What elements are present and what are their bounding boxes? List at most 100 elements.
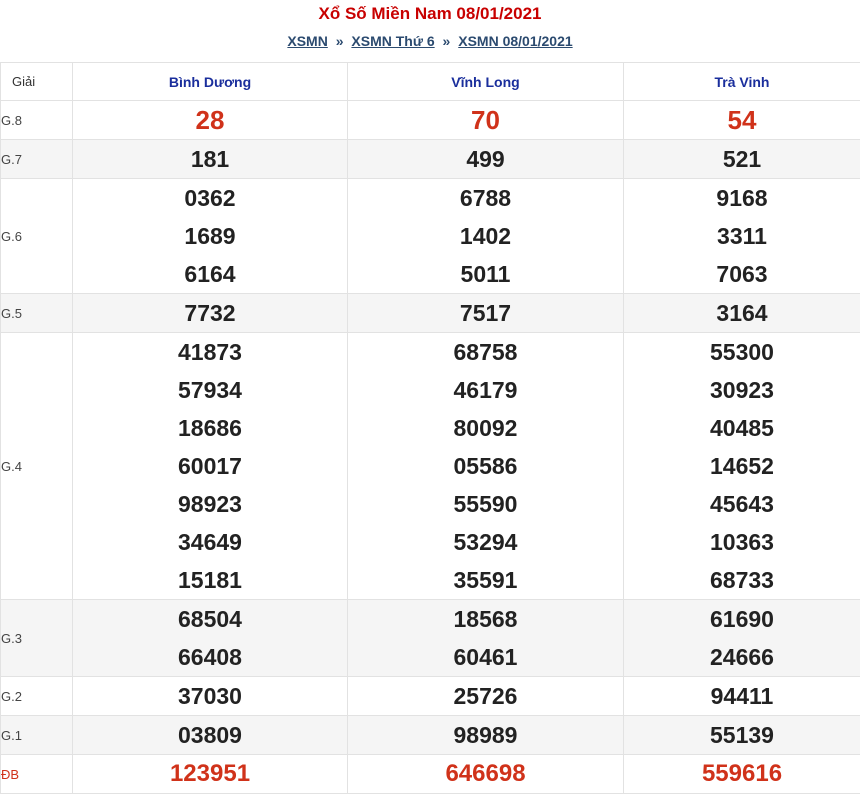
result-number: 18568 [453,606,518,632]
prize-label: ĐB [0,754,73,794]
result-number: 15181 [178,567,242,593]
breadcrumb-separator: » [335,33,344,49]
result-number: 66408 [178,644,242,670]
result-number: 0362 [184,185,236,211]
result-number: 55139 [710,722,774,748]
page-title: Xổ Số Miền Nam 08/01/2021 [318,4,542,23]
result-number: 7732 [184,300,236,326]
result-number: 6164 [184,261,236,287]
table-row: G.5 7732 7517 3164 [0,293,860,333]
table-row: G.2 37030 25726 94411 [0,676,860,716]
prize-label: G.8 [0,100,73,140]
prize-label: G.5 [0,293,73,333]
result-number: 54 [727,105,757,135]
result-number: 61690 [710,606,774,632]
result-cell-vinh-long: 499 [347,139,624,179]
result-number: 60461 [453,644,518,670]
table-row: G.3 68504 66408 18568 60461 61690 24666 [0,599,860,677]
result-number: 55590 [453,491,518,517]
breadcrumb-separator: » [442,33,451,49]
result-number: 05586 [453,453,518,479]
result-number: 37030 [178,683,242,709]
result-cell-tra-vinh: 55139 [623,715,860,755]
breadcrumb-link-xsmn-thu-6[interactable]: XSMN Thứ 6 [351,33,434,49]
result-number: 57934 [178,377,242,403]
table-row: G.6 0362 1689 6164 6788 1402 5011 9168 3311 7063 [0,178,860,294]
result-number: 98923 [178,491,242,517]
result-number: 1402 [459,223,512,249]
province-header-vinh-long: Vĩnh Long [347,62,624,101]
breadcrumb-link-xsmn-date[interactable]: XSMN 08/01/2021 [458,33,572,49]
result-number: 7063 [716,261,768,287]
result-number: 3311 [717,223,767,249]
result-number: 646698 [445,760,526,787]
result-cell-vinh-long: 646698 [347,754,624,794]
result-number: 34649 [178,529,242,555]
result-number: 9168 [716,185,768,211]
result-cell-binh-duong: 03809 [72,715,348,755]
table-row: G.7 181 499 521 [0,139,860,179]
result-cell-vinh-long: 25726 [347,676,624,716]
result-cell-vinh-long: 18568 60461 [347,599,624,677]
prize-label: G.6 [0,178,73,294]
prize-label: G.3 [0,599,73,677]
result-number: 181 [190,146,230,172]
result-cell-binh-duong: 28 [72,100,348,140]
result-number: 123951 [169,760,251,787]
result-number: 10363 [710,529,774,555]
breadcrumb: XSMN » XSMN Thứ 6 » XSMN 08/01/2021 [0,33,860,49]
province-header-binh-duong: Bình Dương [72,62,348,101]
result-number: 499 [466,146,505,172]
result-number: 55300 [710,339,774,365]
result-cell-tra-vinh: 521 [623,139,860,179]
result-cell-vinh-long: 7517 [347,293,624,333]
result-number: 35591 [453,567,518,593]
result-cell-vinh-long: 68758 46179 80092 05586 55590 53294 35591 [347,332,624,600]
table-header-row: Giải Bình Dương Vĩnh Long Trà Vinh [0,62,860,101]
result-number: 14652 [710,453,774,479]
result-number: 68733 [710,567,774,593]
result-number: 68504 [178,606,242,632]
results-body: G.8 28 70 54 G.7 181 499 521 G.6 0362 1689 6164 6788… [0,100,860,794]
result-number: 18686 [178,415,242,441]
result-number: 1689 [184,223,236,249]
result-number: 24666 [710,644,774,670]
result-number: 25726 [453,683,518,709]
result-cell-tra-vinh: 94411 [623,676,860,716]
result-number: 41873 [178,339,242,365]
result-cell-binh-duong: 41873 57934 18686 60017 98923 34649 15181 [72,332,348,600]
result-cell-tra-vinh: 3164 [623,293,860,333]
result-number: 28 [195,105,225,135]
table-row: G.8 28 70 54 [0,100,860,140]
result-number: 53294 [453,529,518,555]
result-cell-binh-duong: 181 [72,139,348,179]
result-cell-vinh-long: 70 [347,100,624,140]
result-number: 7517 [459,300,512,326]
result-cell-binh-duong: 123951 [72,754,348,794]
result-number: 03809 [178,722,242,748]
result-number: 45643 [710,491,774,517]
table-row: G.4 41873 57934 18686 60017 98923 34649 15181 68… [0,332,860,600]
result-cell-tra-vinh: 55300 30923 40485 14652 45643 10363 68733 [623,332,860,600]
prize-column-header: Giải [0,62,73,101]
result-number: 3164 [716,300,768,326]
result-number: 5011 [460,261,511,287]
result-cell-vinh-long: 98989 [347,715,624,755]
result-cell-binh-duong: 68504 66408 [72,599,348,677]
result-number: 68758 [453,339,518,365]
result-cell-binh-duong: 37030 [72,676,348,716]
breadcrumb-link-xsmn[interactable]: XSMN [287,33,327,49]
result-number: 6788 [459,185,512,211]
result-number: 98989 [453,722,518,748]
result-cell-binh-duong: 7732 [72,293,348,333]
results-table: Giải Bình Dương Vĩnh Long Trà Vinh G.8 28… [0,62,860,794]
result-number: 40485 [710,415,774,441]
result-number: 70 [471,105,500,135]
result-cell-tra-vinh: 9168 3311 7063 [623,178,860,294]
result-cell-tra-vinh: 54 [623,100,860,140]
province-header-tra-vinh: Trà Vinh [623,62,860,101]
prize-label: G.4 [0,332,73,600]
result-cell-tra-vinh: 559616 [623,754,860,794]
prize-label: G.2 [0,676,73,716]
result-number: 94411 [710,683,774,709]
